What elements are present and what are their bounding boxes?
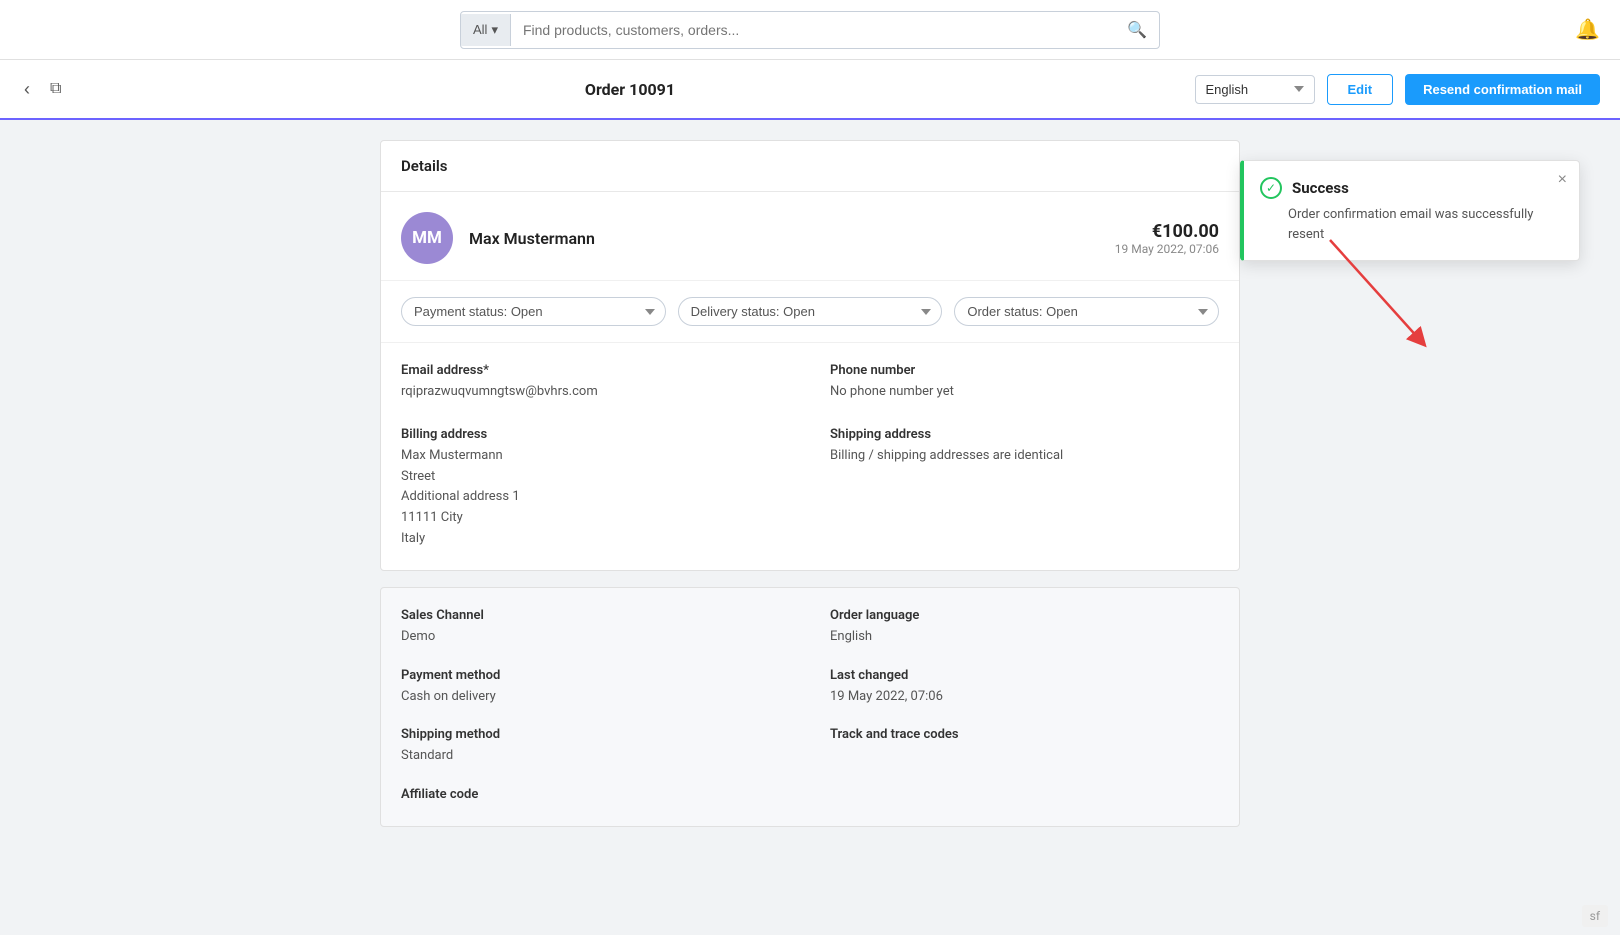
track-trace-label: Track and trace codes: [830, 727, 1219, 742]
edit-button[interactable]: Edit: [1327, 74, 1394, 105]
order-status-select[interactable]: Order status: Open: [954, 297, 1219, 326]
email-value: rqiprazwuqvumngtsw@bvhrs.com: [401, 382, 790, 403]
copy-icon: ⧉: [50, 80, 61, 97]
billing-value: Max MustermannStreetAdditional address 1…: [401, 446, 790, 550]
order-language-value: English: [830, 627, 1219, 648]
order-language-label: Order language: [830, 608, 1219, 623]
order-title: Order 10091: [77, 80, 1182, 99]
bottom-logo: sf: [1582, 905, 1608, 927]
phone-label: Phone number: [830, 363, 1219, 378]
toast-title: Success: [1292, 179, 1349, 197]
info-grid: Email address* rqiprazwuqvumngtsw@bvhrs.…: [381, 343, 1239, 570]
payment-method-value: Cash on delivery: [401, 687, 790, 708]
delivery-status-select[interactable]: Delivery status: Open: [678, 297, 943, 326]
chevron-down-icon: ▾: [491, 22, 498, 38]
email-label: Email address*: [401, 363, 790, 378]
shipping-field-group: Shipping address Billing / shipping addr…: [830, 427, 1219, 550]
email-field-group: Email address* rqiprazwuqvumngtsw@bvhrs.…: [401, 363, 790, 403]
search-button[interactable]: 🔍: [1115, 12, 1159, 48]
affiliate-code-group: Affiliate code: [401, 787, 790, 806]
order-amount-container: €100.00 19 May 2022, 07:06: [1115, 221, 1219, 256]
phone-field-group: Phone number No phone number yet: [830, 363, 1219, 403]
shipping-method-group: Shipping method Standard: [401, 727, 790, 767]
sales-channel-value: Demo: [401, 627, 790, 648]
payment-method-group: Payment method Cash on delivery: [401, 668, 790, 708]
sales-channel-group: Sales Channel Demo: [401, 608, 790, 648]
order-amount: €100.00: [1115, 221, 1219, 242]
payment-method-label: Payment method: [401, 668, 790, 683]
secondary-card: Sales Channel Demo Order language Englis…: [380, 587, 1240, 827]
customer-row: MM Max Mustermann €100.00 19 May 2022, 0…: [381, 192, 1239, 281]
toast-header: ✓ Success: [1260, 177, 1539, 199]
main-content: Details MM Max Mustermann €100.00 19 May…: [360, 120, 1260, 847]
language-select[interactable]: English German French Spanish: [1195, 75, 1315, 104]
last-changed-label: Last changed: [830, 668, 1219, 683]
shipping-method-label: Shipping method: [401, 727, 790, 742]
avatar: MM: [401, 212, 453, 264]
toast-message: Order confirmation email was successfull…: [1288, 205, 1539, 244]
top-bar: All ▾ 🔍 🔔: [0, 0, 1620, 60]
details-card: Details MM Max Mustermann €100.00 19 May…: [380, 140, 1240, 571]
phone-value: No phone number yet: [830, 382, 1219, 403]
affiliate-code-label: Affiliate code: [401, 787, 790, 802]
bell-icon: 🔔: [1575, 19, 1600, 41]
shipping-label: Shipping address: [830, 427, 1219, 442]
copy-button[interactable]: ⧉: [46, 76, 65, 102]
order-language-group: Order language English: [830, 608, 1219, 648]
resend-button[interactable]: Resend confirmation mail: [1405, 74, 1600, 105]
search-input[interactable]: [511, 14, 1115, 46]
last-changed-group: Last changed 19 May 2022, 07:06: [830, 668, 1219, 708]
status-row: Payment status: Open Delivery status: Op…: [381, 281, 1239, 343]
search-icon: 🔍: [1127, 22, 1147, 39]
success-icon: ✓: [1260, 177, 1282, 199]
payment-status-select[interactable]: Payment status: Open: [401, 297, 666, 326]
details-header: Details: [381, 141, 1239, 192]
order-header: ‹ ⧉ Order 10091 English German French Sp…: [0, 60, 1620, 120]
customer-name: Max Mustermann: [469, 229, 1115, 248]
toast-close-button[interactable]: ×: [1558, 171, 1567, 189]
order-date: 19 May 2022, 07:06: [1115, 242, 1219, 256]
success-toast: ✓ Success Order confirmation email was s…: [1240, 160, 1580, 261]
last-changed-value: 19 May 2022, 07:06: [830, 687, 1219, 708]
billing-label: Billing address: [401, 427, 790, 442]
track-trace-group: Track and trace codes: [830, 727, 1219, 767]
search-type-label: All: [473, 22, 487, 37]
secondary-grid: Sales Channel Demo Order language Englis…: [381, 588, 1239, 826]
sales-channel-label: Sales Channel: [401, 608, 790, 623]
billing-field-group: Billing address Max MustermannStreetAddi…: [401, 427, 790, 550]
notification-button[interactable]: 🔔: [1575, 17, 1600, 42]
search-type-button[interactable]: All ▾: [461, 14, 511, 46]
search-container: All ▾ 🔍: [460, 11, 1160, 49]
back-button[interactable]: ‹: [20, 75, 34, 104]
shipping-method-value: Standard: [401, 746, 790, 767]
back-icon: ‹: [24, 79, 30, 99]
shipping-value: Billing / shipping addresses are identic…: [830, 446, 1219, 467]
